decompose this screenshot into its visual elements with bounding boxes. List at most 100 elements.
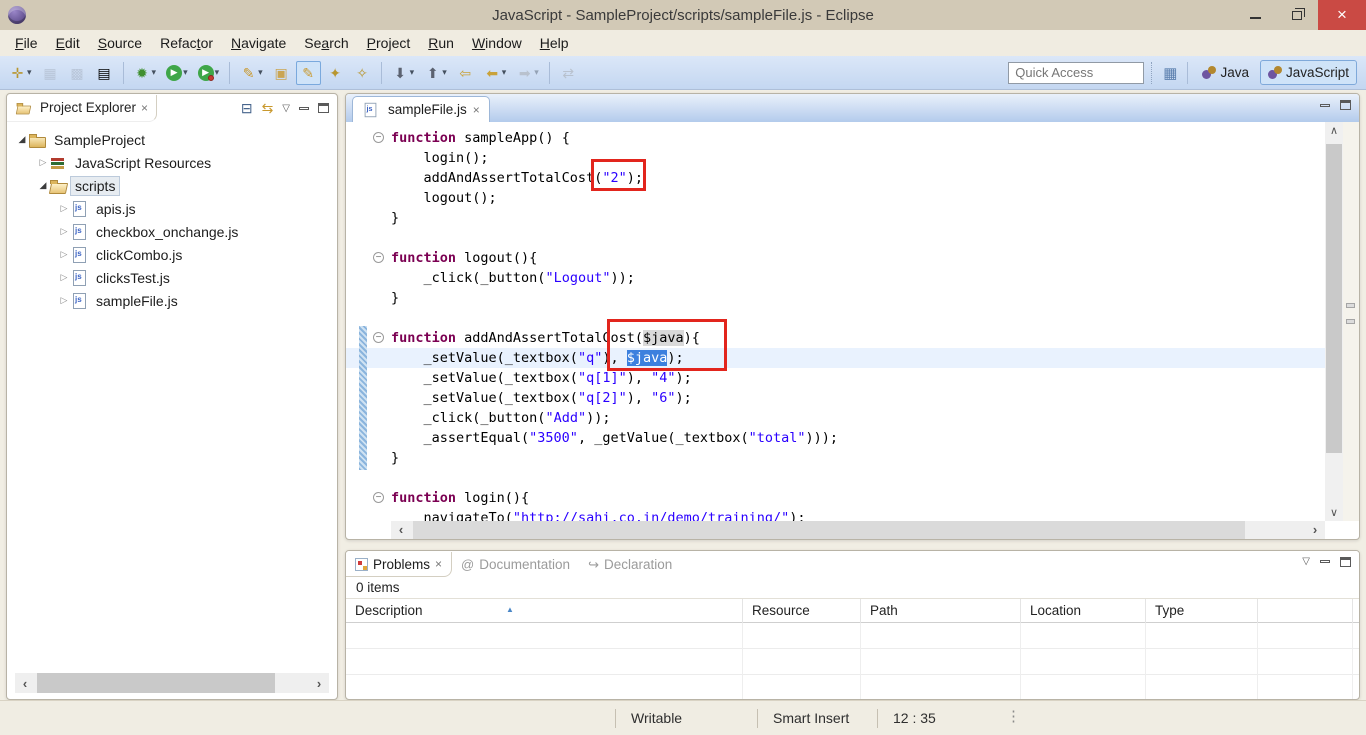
column-header-path[interactable]: Path [861, 599, 1021, 623]
tree-item-apis-js[interactable]: ▷apis.js [7, 197, 337, 220]
code-line[interactable]: logout(); [346, 188, 1325, 208]
view-menu-icon[interactable]: ▽ [282, 103, 290, 114]
code-line[interactable]: addAndAssertTotalCost("2"); [346, 168, 1325, 188]
link-with-editor-icon[interactable]: ⇆ [262, 100, 274, 117]
project-explorer-hscrollbar[interactable]: ‹ › [15, 673, 329, 693]
code-line-current[interactable]: _setValue(_textbox("q"), $java); [346, 348, 1325, 368]
dropdown-arrow-icon[interactable]: ▾ [258, 67, 263, 78]
dropdown-arrow-icon[interactable]: ▾ [502, 67, 507, 78]
minimize-view-icon[interactable] [299, 107, 309, 110]
new-class-button[interactable]: ✦ [323, 61, 348, 85]
collapse-arrow-icon[interactable]: ◢ [15, 134, 29, 145]
view-menu-icon[interactable]: ▽ [1302, 556, 1310, 567]
scroll-right-icon[interactable]: › [309, 676, 329, 691]
run-external-button[interactable]: ▶▾ [194, 61, 224, 85]
code-line[interactable] [346, 308, 1325, 328]
overview-ruler[interactable] [1343, 122, 1359, 521]
close-tab-icon[interactable]: × [435, 557, 442, 571]
code-line[interactable] [346, 468, 1325, 488]
dropdown-arrow-icon[interactable]: ▾ [410, 67, 415, 78]
menu-file[interactable]: File [6, 32, 47, 54]
expand-arrow-icon[interactable]: ▷ [57, 295, 71, 306]
code-line[interactable]: _click(_button("Logout")); [346, 268, 1325, 288]
menu-refactor[interactable]: Refactor [151, 32, 222, 54]
expand-arrow-icon[interactable]: ▷ [57, 203, 71, 214]
close-tab-icon[interactable]: × [141, 101, 148, 115]
open-resource-button[interactable]: ▣ [269, 61, 294, 85]
tab-problems[interactable]: Problems× [346, 552, 452, 577]
menu-window[interactable]: Window [463, 32, 531, 54]
tree-item-clickstest-js[interactable]: ▷clicksTest.js [7, 266, 337, 289]
dropdown-arrow-icon[interactable]: ▾ [534, 67, 539, 78]
annotation-mark[interactable] [1346, 303, 1355, 308]
scrollbar-thumb[interactable] [37, 673, 275, 693]
perspective-javascript-button[interactable]: JavaScript [1260, 60, 1357, 85]
maximize-button[interactable] [1276, 0, 1318, 30]
quick-access-input[interactable] [1008, 62, 1144, 84]
code-area[interactable]: −function sampleApp() { login(); addAndA… [346, 122, 1325, 521]
code-line[interactable]: } [346, 288, 1325, 308]
dropdown-arrow-icon[interactable]: ▾ [215, 67, 220, 78]
fold-collapse-icon[interactable]: − [373, 252, 384, 263]
collapse-arrow-icon[interactable]: ◢ [36, 180, 50, 191]
tab-declaration[interactable]: ↪Declaration [579, 552, 681, 577]
tree-item-scripts[interactable]: ◢scripts [7, 174, 337, 197]
fold-collapse-icon[interactable]: − [373, 132, 384, 143]
expand-arrow-icon[interactable]: ▷ [36, 157, 50, 168]
minimize-view-icon[interactable] [1320, 560, 1330, 563]
fold-collapse-icon[interactable]: − [373, 332, 384, 343]
minimize-view-icon[interactable] [1320, 104, 1330, 107]
forward-button[interactable]: ➡▾ [512, 61, 543, 85]
menu-run[interactable]: Run [419, 32, 463, 54]
code-line[interactable] [346, 228, 1325, 248]
annotation-mark[interactable] [1346, 319, 1355, 324]
code-line[interactable]: login(); [346, 148, 1325, 168]
open-perspective-button[interactable]: ▦ [1159, 64, 1181, 82]
close-button[interactable]: × [1318, 0, 1366, 30]
maximize-view-icon[interactable] [318, 103, 329, 113]
close-tab-icon[interactable]: × [473, 103, 480, 117]
dropdown-arrow-icon[interactable]: ▾ [442, 67, 447, 78]
tree-item-javascript-resources[interactable]: ▷JavaScript Resources [7, 151, 337, 174]
scrollbar-thumb[interactable] [413, 521, 1245, 539]
maximize-view-icon[interactable] [1340, 100, 1351, 110]
code-line[interactable]: _setValue(_textbox("q[2]"), "6"); [346, 388, 1325, 408]
code-line[interactable]: _setValue(_textbox("q[1]"), "4"); [346, 368, 1325, 388]
scroll-down-icon[interactable]: ∨ [1325, 506, 1343, 519]
menu-source[interactable]: Source [89, 32, 151, 54]
tree-item-checkbox-onchange-js[interactable]: ▷checkbox_onchange.js [7, 220, 337, 243]
expand-arrow-icon[interactable]: ▷ [57, 249, 71, 260]
menu-project[interactable]: Project [358, 32, 420, 54]
tree-item-clickcombo-js[interactable]: ▷clickCombo.js [7, 243, 337, 266]
code-line[interactable]: navigateTo("http://sahi.co.in/demo/train… [346, 508, 1325, 521]
code-line[interactable]: } [346, 208, 1325, 228]
mark-occurrences-button[interactable]: ✎ [296, 61, 321, 85]
column-header-type[interactable]: Type [1146, 599, 1258, 623]
expand-arrow-icon[interactable]: ▷ [57, 272, 71, 283]
last-edit-button[interactable]: ⇦ [453, 61, 478, 85]
run-button[interactable]: ▶▾ [162, 61, 192, 85]
print-button[interactable]: ▤ [92, 61, 117, 85]
editor-hscrollbar[interactable]: ‹ › [391, 521, 1325, 539]
code-line[interactable]: −function logout(){ [346, 248, 1325, 268]
save-button[interactable]: ▦ [38, 61, 63, 85]
scroll-left-icon[interactable]: ‹ [15, 676, 35, 691]
minimize-button[interactable] [1234, 0, 1276, 30]
next-annotation-button[interactable]: ⬇▾ [388, 61, 419, 85]
menu-edit[interactable]: Edit [47, 32, 89, 54]
debug-button[interactable]: ✹▾ [130, 61, 161, 85]
tab-project-explorer[interactable]: Project Explorer × [7, 95, 157, 122]
code-line[interactable]: −function login(){ [346, 488, 1325, 508]
column-header-resource[interactable]: Resource [743, 599, 861, 623]
code-line[interactable]: } [346, 448, 1325, 468]
code-line[interactable]: −function sampleApp() { [346, 128, 1325, 148]
menu-search[interactable]: Search [295, 32, 357, 54]
expand-arrow-icon[interactable]: ▷ [57, 226, 71, 237]
scroll-left-icon[interactable]: ‹ [391, 522, 411, 537]
new-package-button[interactable]: ✧ [350, 61, 375, 85]
maximize-view-icon[interactable] [1340, 557, 1351, 567]
new-wizard-button[interactable]: ✛▾ [5, 61, 36, 85]
perspective-java-button[interactable]: Java [1194, 60, 1257, 85]
back-button[interactable]: ⬅▾ [480, 61, 511, 85]
editor-vscrollbar[interactable]: ∧ ∨ [1325, 122, 1343, 521]
